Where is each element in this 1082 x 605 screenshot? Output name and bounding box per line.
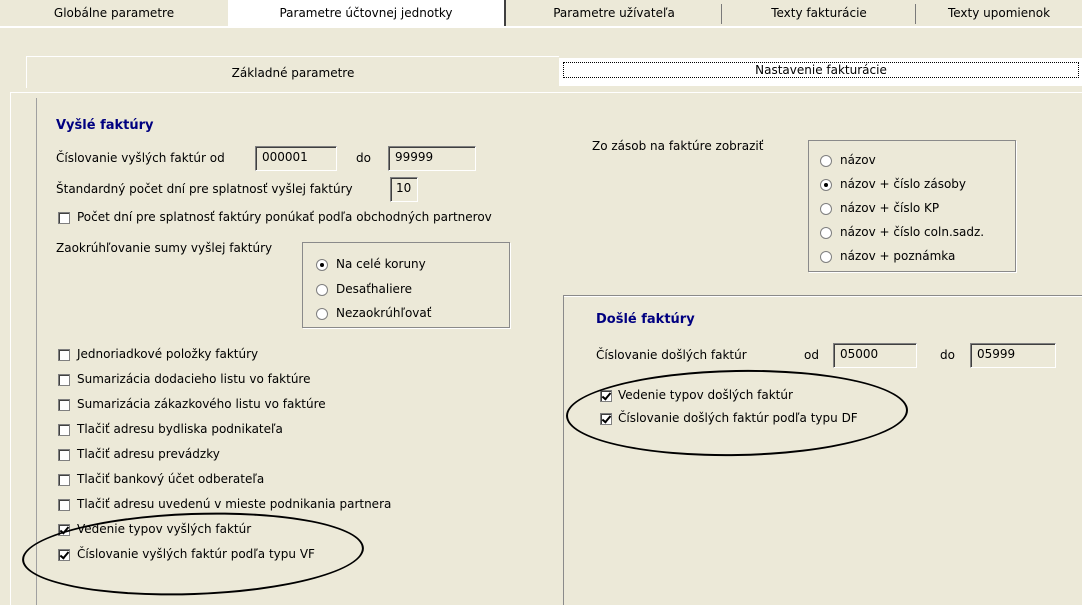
subtab-invoicing-settings[interactable]: Nastavenie fakturácie — [559, 58, 1082, 86]
stock-radio[interactable] — [820, 179, 832, 191]
option-label: Tlačiť adresu uvedenú v mieste podnikani… — [77, 497, 392, 511]
partner-days-label: Počet dní pre splatnosť faktúry ponúkať … — [77, 210, 492, 224]
tab-label: Parametre účtovnej jednotky — [279, 6, 453, 20]
received-from-field[interactable]: 05000 — [833, 343, 917, 368]
received-to-field[interactable]: 05999 — [970, 343, 1056, 368]
subtab-label: Základné parametre — [231, 65, 355, 80]
option-label: Sumarizácia dodacieho listu vo faktúre — [77, 372, 311, 386]
tab-label: Globálne parametre — [53, 6, 175, 20]
stock-option-label: názov — [840, 153, 876, 167]
tab-label: Parametre užívateľa — [553, 6, 675, 20]
rounding-radio-whole[interactable] — [316, 259, 328, 271]
tab-divider — [721, 4, 722, 24]
received-from-label: od — [804, 348, 819, 362]
rounding-option-label: Desaťhaliere — [336, 282, 412, 296]
subtab-basic-parameters[interactable]: Základné parametre — [26, 56, 559, 88]
stock-radio[interactable] — [820, 227, 832, 239]
due-days-label: Štandardný počet dní pre splatnosť vyšle… — [56, 182, 353, 196]
issued-to-label: do — [356, 151, 371, 165]
stock-label: Zo zásob na faktúre zobraziť — [592, 139, 764, 153]
subtab-label: Nastavenie fakturácie — [755, 63, 887, 77]
rounding-option-label: Na celé koruny — [336, 257, 426, 271]
tab-global-parameters[interactable]: Globálne parametre — [0, 0, 228, 26]
tab-unit-parameters[interactable]: Parametre účtovnej jednotky — [228, 0, 506, 26]
option-label: Sumarizácia zákazkového listu vo faktúre — [77, 397, 326, 411]
tab-user-parameters[interactable]: Parametre užívateľa — [506, 0, 722, 26]
option-checkbox[interactable] — [58, 349, 70, 361]
stock-option-label: názov + poznámka — [840, 249, 956, 263]
option-checkbox[interactable] — [58, 449, 70, 461]
stock-option-label: názov + číslo KP — [840, 201, 940, 215]
option-checkbox[interactable] — [58, 499, 70, 511]
stock-radio[interactable] — [820, 203, 832, 215]
option-label: Jednoriadkové položky faktúry — [77, 347, 259, 361]
rounding-radio-tenths[interactable] — [316, 284, 328, 296]
tab-label: Texty fakturácie — [771, 6, 867, 20]
option-checkbox[interactable] — [58, 399, 70, 411]
received-to-label: do — [940, 348, 955, 362]
tab-reminder-texts[interactable]: Texty upomienok — [916, 0, 1082, 26]
stock-option-label: názov + číslo zásoby — [840, 177, 967, 191]
due-days-field[interactable]: 10 — [390, 177, 418, 202]
left-border — [36, 98, 37, 605]
stock-option-label: názov + číslo coln.sadz. — [840, 225, 985, 239]
partner-days-checkbox[interactable] — [58, 212, 70, 224]
rounding-radio-none[interactable] — [316, 308, 328, 320]
issued-numbering-label: Číslovanie vyšlých faktúr od — [56, 151, 225, 165]
received-numbering-label: Číslovanie došlých faktúr — [596, 348, 747, 362]
rounding-label: Zaokrúhľovanie sumy vyšlej faktúry — [56, 241, 273, 255]
issued-title: Vyšlé faktúry — [56, 118, 154, 133]
option-checkbox[interactable] — [58, 374, 70, 386]
option-label: Tlačiť bankový účet odberateľa — [77, 472, 265, 486]
stock-radio[interactable] — [820, 251, 832, 263]
focus-rect: Nastavenie fakturácie — [563, 62, 1079, 78]
option-checkbox[interactable] — [58, 474, 70, 486]
option-label: Tlačiť adresu prevádzky — [77, 447, 220, 461]
rounding-option-label: Nezaokrúhľovať — [336, 306, 432, 320]
issued-to-field[interactable]: 99999 — [388, 146, 476, 171]
stock-radio[interactable] — [820, 155, 832, 167]
option-label: Tlačiť adresu bydliska podnikateľa — [77, 422, 283, 436]
received-panel-highlight — [564, 296, 1082, 297]
tab-invoice-texts[interactable]: Texty fakturácie — [722, 0, 916, 26]
tab-divider — [915, 4, 916, 24]
issued-from-field[interactable]: 000001 — [255, 146, 337, 171]
option-checkbox[interactable] — [58, 424, 70, 436]
received-title: Došlé faktúry — [596, 312, 695, 327]
tab-label: Texty upomienok — [947, 6, 1051, 20]
